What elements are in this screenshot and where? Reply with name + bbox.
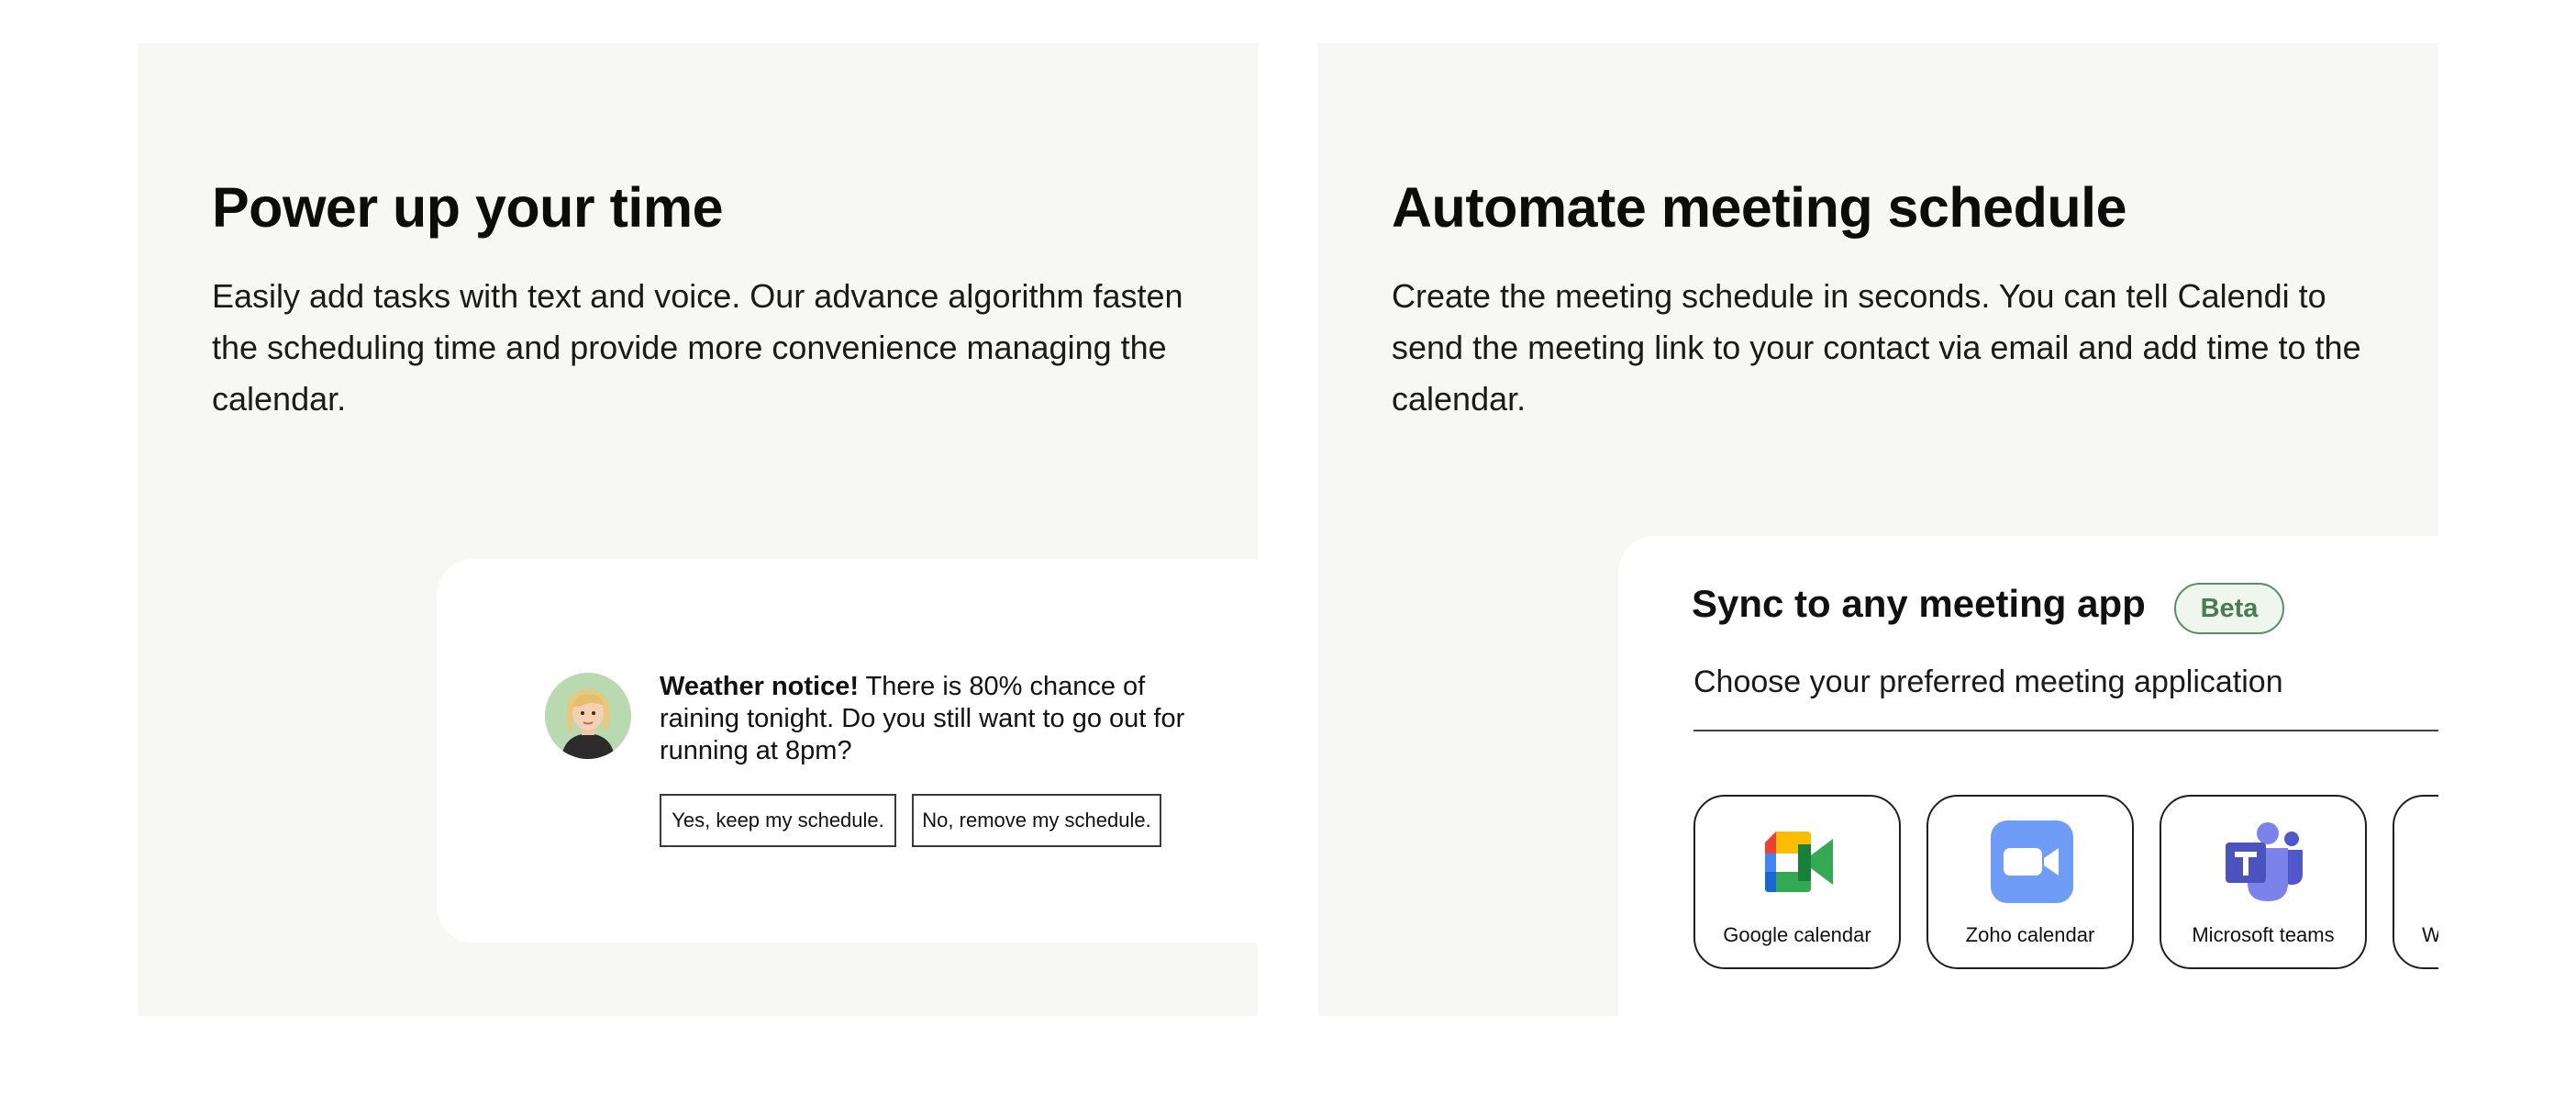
woman-avatar-icon <box>545 673 631 759</box>
feature-description: Easily add tasks with text and voice. Ou… <box>212 277 1183 418</box>
keep-schedule-button[interactable]: Yes, keep my schedule. <box>660 794 896 847</box>
microsoft-teams-icon <box>2226 822 2303 901</box>
feature-card-automate-meeting: Automate meeting schedule Create the mee… <box>1318 43 2438 1016</box>
app-option-zoho-calendar[interactable]: Zoho calendar <box>1926 795 2134 969</box>
app-label: Zoho calendar <box>1965 923 2095 946</box>
feature-title: Power up your time <box>212 176 724 239</box>
weather-notice-panel: Weather notice! There is 80% chance of r… <box>437 559 1258 943</box>
sync-subtitle: Choose your preferred meeting applicatio… <box>1693 664 2283 699</box>
feature-card-power-up: Power up your time Easily add tasks with… <box>139 43 1258 1016</box>
feature-title: Automate meeting schedule <box>1392 176 2127 239</box>
app-option-google-calendar[interactable]: Google calendar <box>1693 795 1901 969</box>
notice-heading: Weather notice! <box>660 672 860 701</box>
divider <box>1693 730 2438 731</box>
avatar-illustration <box>545 673 631 759</box>
feature-description: Create the meeting schedule in seconds. … <box>1392 277 2361 418</box>
sync-meeting-app-panel: Sync to any meeting app Beta Choose your… <box>1618 536 2438 1016</box>
app-label: Google calendar <box>1723 923 1871 946</box>
beta-badge: Beta <box>2174 583 2284 634</box>
remove-schedule-button[interactable]: No, remove my schedule. <box>912 794 1161 847</box>
app-option-partial[interactable]: W <box>2393 795 2438 969</box>
weather-notice-text: Weather notice! There is 80% chance of r… <box>660 671 1210 767</box>
app-label: W <box>2422 923 2438 946</box>
app-label: Microsoft teams <box>2192 923 2335 946</box>
app-option-microsoft-teams[interactable]: Microsoft teams <box>2160 795 2367 969</box>
sync-title: Sync to any meeting app <box>1692 582 2146 625</box>
google-meet-icon <box>1765 832 1833 892</box>
zoho-video-icon <box>1991 820 2073 903</box>
